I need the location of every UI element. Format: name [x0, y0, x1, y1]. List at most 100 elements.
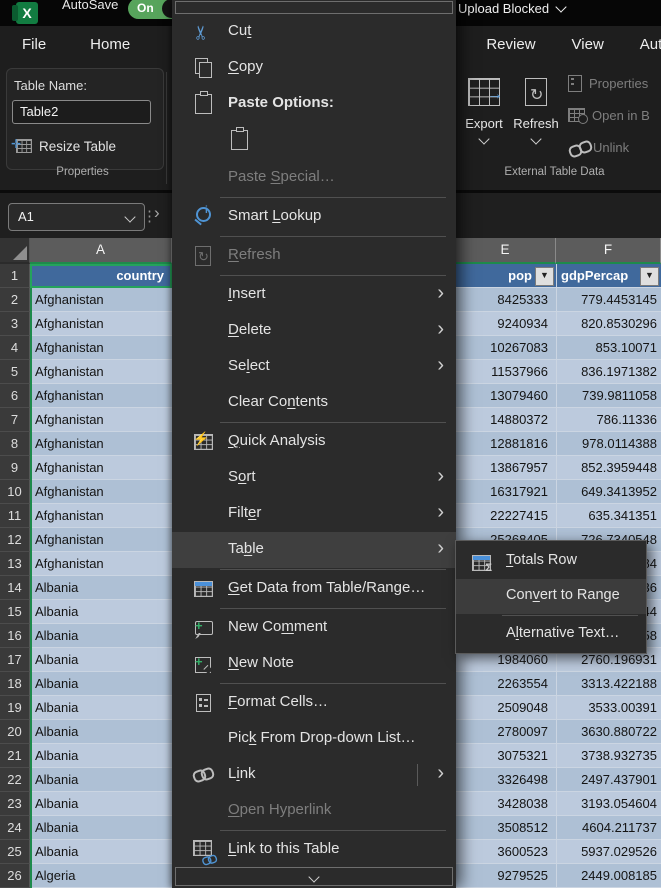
cell-F7[interactable]: 786.11336	[556, 408, 661, 432]
cell-F5[interactable]: 836.1971382	[556, 360, 661, 384]
row-header-22[interactable]: 22	[0, 768, 30, 792]
cell-F24[interactable]: 4604.211737	[556, 816, 661, 840]
cell-F6[interactable]: 739.9811058	[556, 384, 661, 408]
cell-F18[interactable]: 3313.422188	[556, 672, 661, 696]
ribbon-tab-auto[interactable]: Auto	[640, 36, 661, 60]
menu-item-filter[interactable]: Filter›	[172, 496, 456, 532]
cell-A10[interactable]: Afghanistan	[30, 480, 172, 504]
cell-E26[interactable]: 9279525	[455, 864, 556, 888]
row-header-6[interactable]: 6	[0, 384, 30, 408]
cell-A14[interactable]: Albania	[30, 576, 172, 600]
menu-item-get-data[interactable]: Get Data from Table/Range…	[172, 571, 456, 607]
cell-A26[interactable]: Algeria	[30, 864, 172, 888]
row-header-15[interactable]: 15	[0, 600, 30, 624]
cell-F19[interactable]: 3533.00391	[556, 696, 661, 720]
filter-dropdown-icon[interactable]: ▼	[535, 267, 554, 286]
menu-scroll-down[interactable]	[175, 867, 453, 886]
cell-E7[interactable]: 14880372	[455, 408, 556, 432]
cell-E23[interactable]: 3428038	[455, 792, 556, 816]
menu-item-clear-contents[interactable]: Clear Contents	[172, 385, 456, 421]
cell-A17[interactable]: Albania	[30, 648, 172, 672]
submenu-item-totals-row[interactable]: ΣTotals Row	[456, 544, 646, 579]
cell-F4[interactable]: 853.10071	[556, 336, 661, 360]
cell-A25[interactable]: Albania	[30, 840, 172, 864]
row-header-17[interactable]: 17	[0, 648, 30, 672]
cell-F1[interactable]: gdpPercap▼	[556, 264, 661, 288]
menu-item-cut[interactable]: ✂Cut	[172, 14, 456, 50]
filter-dropdown-icon[interactable]: ▼	[640, 267, 659, 286]
cell-A2[interactable]: Afghanistan	[30, 288, 172, 312]
formula-bar-expand-icon[interactable]: ›	[154, 203, 160, 223]
cell-F2[interactable]: 779.4453145	[556, 288, 661, 312]
cell-F9[interactable]: 852.3959448	[556, 456, 661, 480]
resize-table-button[interactable]: Resize Table	[16, 136, 116, 156]
cell-F22[interactable]: 2497.437901	[556, 768, 661, 792]
excel-app-icon[interactable]: X	[16, 2, 38, 24]
menu-item-copy[interactable]: Copy	[172, 50, 456, 86]
cell-E9[interactable]: 13867957	[455, 456, 556, 480]
cell-E3[interactable]: 9240934	[455, 312, 556, 336]
row-header-7[interactable]: 7	[0, 408, 30, 432]
menu-item-paste-keep-source[interactable]	[172, 122, 456, 160]
cell-E10[interactable]: 16317921	[455, 480, 556, 504]
row-header-26[interactable]: 26	[0, 864, 30, 888]
row-header-23[interactable]: 23	[0, 792, 30, 816]
row-header-24[interactable]: 24	[0, 816, 30, 840]
row-header-13[interactable]: 13	[0, 552, 30, 576]
cell-F26[interactable]: 2449.008185	[556, 864, 661, 888]
ribbon-tab-home[interactable]: Home	[90, 36, 130, 60]
row-header-9[interactable]: 9	[0, 456, 30, 480]
menu-item-format-cells[interactable]: Format Cells…	[172, 685, 456, 721]
cell-A13[interactable]: Afghanistan	[30, 552, 172, 576]
column-header-F[interactable]: F	[556, 238, 661, 264]
ribbon-tab-file[interactable]: File	[22, 36, 46, 60]
cell-F20[interactable]: 3630.880722	[556, 720, 661, 744]
cell-A6[interactable]: Afghanistan	[30, 384, 172, 408]
menu-item-select[interactable]: Select›	[172, 349, 456, 385]
row-header-8[interactable]: 8	[0, 432, 30, 456]
cell-A3[interactable]: Afghanistan	[30, 312, 172, 336]
menu-item-new-note[interactable]: +New Note	[172, 646, 456, 682]
cell-F8[interactable]: 978.0114388	[556, 432, 661, 456]
cell-E1[interactable]: pop▼	[455, 264, 556, 288]
menu-scroll-up[interactable]	[175, 1, 453, 14]
cell-F11[interactable]: 635.341351	[556, 504, 661, 528]
cell-A5[interactable]: Afghanistan	[30, 360, 172, 384]
cell-E19[interactable]: 2509048	[455, 696, 556, 720]
row-header-11[interactable]: 11	[0, 504, 30, 528]
row-header-20[interactable]: 20	[0, 720, 30, 744]
row-header-1[interactable]: 1	[0, 264, 30, 288]
menu-item-delete[interactable]: Delete›	[172, 313, 456, 349]
row-header-5[interactable]: 5	[0, 360, 30, 384]
cell-F21[interactable]: 3738.932735	[556, 744, 661, 768]
cell-E21[interactable]: 3075321	[455, 744, 556, 768]
cell-F3[interactable]: 820.8530296	[556, 312, 661, 336]
menu-item-link[interactable]: Link›	[172, 757, 456, 793]
menu-item-smart-lookup[interactable]: iSmart Lookup	[172, 199, 456, 235]
export-button[interactable]: → Export	[460, 70, 508, 146]
menu-item-quick-analysis[interactable]: ⚡Quick Analysis	[172, 424, 456, 460]
cell-A15[interactable]: Albania	[30, 600, 172, 624]
upload-status[interactable]: Upload Blocked	[458, 1, 565, 16]
cell-E4[interactable]: 10267083	[455, 336, 556, 360]
cell-F25[interactable]: 5937.029526	[556, 840, 661, 864]
cell-E5[interactable]: 11537966	[455, 360, 556, 384]
menu-item-sort[interactable]: Sort›	[172, 460, 456, 496]
row-header-25[interactable]: 25	[0, 840, 30, 864]
cell-A20[interactable]: Albania	[30, 720, 172, 744]
cell-E24[interactable]: 3508512	[455, 816, 556, 840]
cell-A4[interactable]: Afghanistan	[30, 336, 172, 360]
column-header-A[interactable]: A	[30, 238, 172, 264]
ribbon-tab-review[interactable]: Review	[486, 36, 535, 60]
cell-A7[interactable]: Afghanistan	[30, 408, 172, 432]
cell-E11[interactable]: 22227415	[455, 504, 556, 528]
cell-F10[interactable]: 649.3413952	[556, 480, 661, 504]
cell-A9[interactable]: Afghanistan	[30, 456, 172, 480]
column-header-E[interactable]: E	[455, 238, 556, 264]
row-header-2[interactable]: 2	[0, 288, 30, 312]
cell-A21[interactable]: Albania	[30, 744, 172, 768]
row-header-4[interactable]: 4	[0, 336, 30, 360]
row-header-16[interactable]: 16	[0, 624, 30, 648]
cell-A19[interactable]: Albania	[30, 696, 172, 720]
menu-item-table[interactable]: Table›	[172, 532, 456, 568]
